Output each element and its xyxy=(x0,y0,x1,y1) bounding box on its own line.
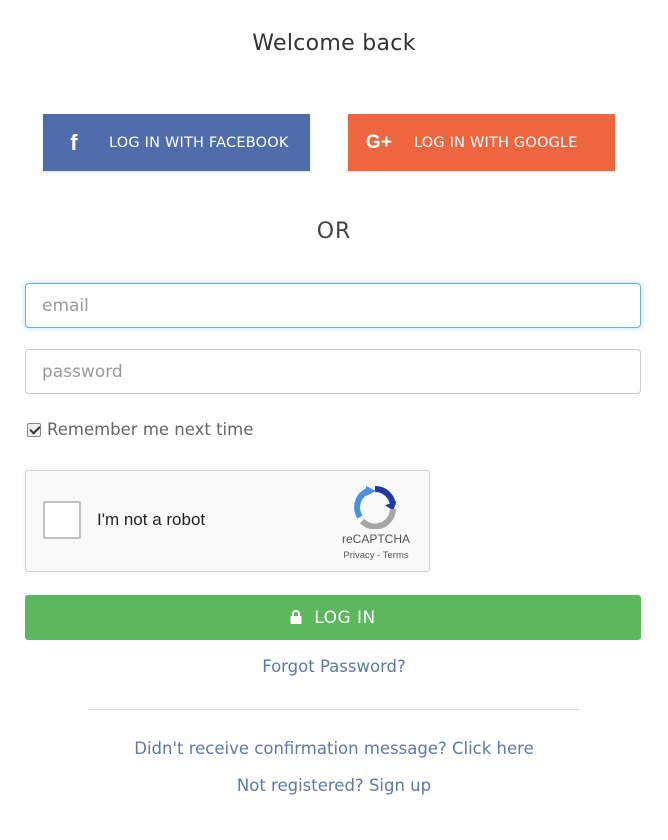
google-login-button[interactable]: G+ LOG IN WITH GOOGLE xyxy=(348,114,615,171)
remember-me-checkbox[interactable] xyxy=(27,422,41,437)
or-separator: OR xyxy=(316,219,352,244)
remember-me-row[interactable]: Remember me next time xyxy=(27,420,253,439)
login-modal: Welcome back f LOG IN WITH FACEBOOK G+ L… xyxy=(0,0,668,840)
recaptcha-checkbox[interactable] xyxy=(43,501,81,539)
recaptcha-widget: I'm not a robot reCAPTCHA Privacy - Term… xyxy=(25,470,430,572)
recaptcha-logo-icon xyxy=(354,485,397,529)
login-button[interactable]: LOG IN xyxy=(25,595,641,640)
page-title: Welcome back xyxy=(252,31,416,56)
forgot-password-link[interactable]: Forgot Password? xyxy=(0,657,668,676)
facebook-login-label: LOG IN WITH FACEBOOK xyxy=(109,134,289,151)
resend-confirmation-link[interactable]: Didn't receive confirmation message? Cli… xyxy=(0,739,668,758)
recaptcha-brand: reCAPTCHA xyxy=(341,532,410,546)
divider xyxy=(88,709,580,710)
facebook-icon: f xyxy=(70,129,78,155)
recaptcha-privacy-terms-link[interactable]: Privacy - Terms xyxy=(326,550,426,561)
google-plus-icon: G+ xyxy=(365,131,393,153)
google-login-label: LOG IN WITH GOOGLE xyxy=(414,134,578,151)
lock-icon xyxy=(290,609,302,624)
password-input[interactable] xyxy=(25,349,641,394)
login-button-label: LOG IN xyxy=(314,607,376,628)
sign-up-link[interactable]: Not registered? Sign up xyxy=(0,776,668,795)
recaptcha-label: I'm not a robot xyxy=(97,510,206,529)
facebook-login-button[interactable]: f LOG IN WITH FACEBOOK xyxy=(43,114,310,171)
email-input[interactable] xyxy=(25,283,641,328)
remember-me-label: Remember me next time xyxy=(47,420,254,439)
